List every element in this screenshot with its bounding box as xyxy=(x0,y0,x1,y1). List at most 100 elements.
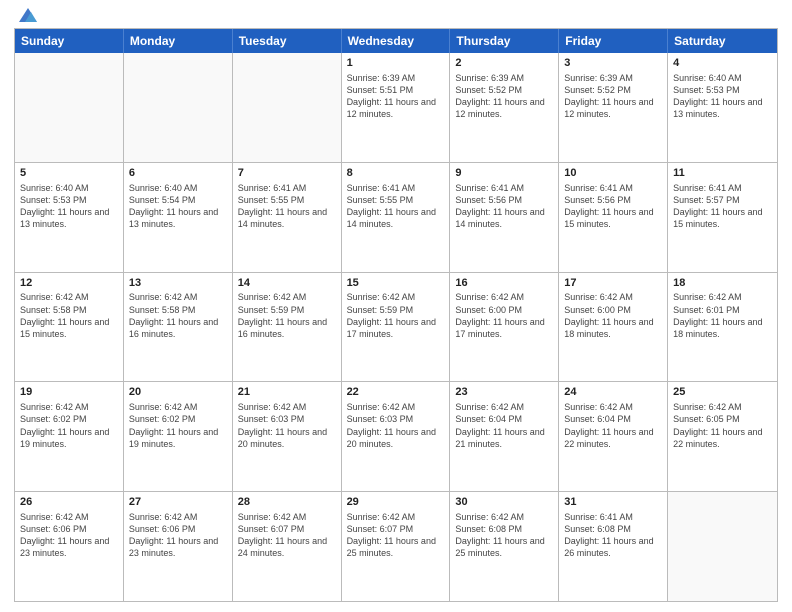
calendar-cell-empty-0-2 xyxy=(233,53,342,162)
calendar-cell-day-19: 19Sunrise: 6:42 AM Sunset: 6:02 PM Dayli… xyxy=(15,382,124,491)
calendar-cell-day-12: 12Sunrise: 6:42 AM Sunset: 5:58 PM Dayli… xyxy=(15,273,124,382)
calendar-cell-day-5: 5Sunrise: 6:40 AM Sunset: 5:53 PM Daylig… xyxy=(15,163,124,272)
cell-info: Sunrise: 6:42 AM Sunset: 6:07 PM Dayligh… xyxy=(347,511,445,560)
cell-info: Sunrise: 6:42 AM Sunset: 5:59 PM Dayligh… xyxy=(347,291,445,340)
cell-info: Sunrise: 6:39 AM Sunset: 5:52 PM Dayligh… xyxy=(455,72,553,121)
calendar-cell-day-24: 24Sunrise: 6:42 AM Sunset: 6:04 PM Dayli… xyxy=(559,382,668,491)
day-number: 8 xyxy=(347,166,445,181)
cell-info: Sunrise: 6:42 AM Sunset: 6:03 PM Dayligh… xyxy=(238,401,336,450)
calendar-cell-day-16: 16Sunrise: 6:42 AM Sunset: 6:00 PM Dayli… xyxy=(450,273,559,382)
calendar-cell-day-7: 7Sunrise: 6:41 AM Sunset: 5:55 PM Daylig… xyxy=(233,163,342,272)
day-number: 18 xyxy=(673,276,772,291)
calendar-cell-day-1: 1Sunrise: 6:39 AM Sunset: 5:51 PM Daylig… xyxy=(342,53,451,162)
calendar-cell-day-11: 11Sunrise: 6:41 AM Sunset: 5:57 PM Dayli… xyxy=(668,163,777,272)
calendar-cell-empty-0-0 xyxy=(15,53,124,162)
cell-info: Sunrise: 6:41 AM Sunset: 6:08 PM Dayligh… xyxy=(564,511,662,560)
day-number: 30 xyxy=(455,495,553,510)
day-number: 4 xyxy=(673,56,772,71)
cell-info: Sunrise: 6:41 AM Sunset: 5:55 PM Dayligh… xyxy=(238,182,336,231)
day-number: 10 xyxy=(564,166,662,181)
header-friday: Friday xyxy=(559,29,668,53)
calendar-cell-day-14: 14Sunrise: 6:42 AM Sunset: 5:59 PM Dayli… xyxy=(233,273,342,382)
day-number: 22 xyxy=(347,385,445,400)
day-number: 1 xyxy=(347,56,445,71)
day-number: 19 xyxy=(20,385,118,400)
day-number: 15 xyxy=(347,276,445,291)
cell-info: Sunrise: 6:41 AM Sunset: 5:56 PM Dayligh… xyxy=(564,182,662,231)
calendar-cell-day-29: 29Sunrise: 6:42 AM Sunset: 6:07 PM Dayli… xyxy=(342,492,451,601)
cell-info: Sunrise: 6:42 AM Sunset: 6:01 PM Dayligh… xyxy=(673,291,772,340)
calendar-cell-day-13: 13Sunrise: 6:42 AM Sunset: 5:58 PM Dayli… xyxy=(124,273,233,382)
calendar-cell-day-2: 2Sunrise: 6:39 AM Sunset: 5:52 PM Daylig… xyxy=(450,53,559,162)
cell-info: Sunrise: 6:41 AM Sunset: 5:56 PM Dayligh… xyxy=(455,182,553,231)
cell-info: Sunrise: 6:41 AM Sunset: 5:57 PM Dayligh… xyxy=(673,182,772,231)
day-number: 11 xyxy=(673,166,772,181)
calendar-cell-day-15: 15Sunrise: 6:42 AM Sunset: 5:59 PM Dayli… xyxy=(342,273,451,382)
header-wednesday: Wednesday xyxy=(342,29,451,53)
header-thursday: Thursday xyxy=(450,29,559,53)
cell-info: Sunrise: 6:40 AM Sunset: 5:53 PM Dayligh… xyxy=(20,182,118,231)
calendar-header: Sunday Monday Tuesday Wednesday Thursday… xyxy=(15,29,777,53)
calendar: Sunday Monday Tuesday Wednesday Thursday… xyxy=(14,28,778,602)
header-saturday: Saturday xyxy=(668,29,777,53)
cell-info: Sunrise: 6:40 AM Sunset: 5:53 PM Dayligh… xyxy=(673,72,772,121)
calendar-cell-day-30: 30Sunrise: 6:42 AM Sunset: 6:08 PM Dayli… xyxy=(450,492,559,601)
day-number: 7 xyxy=(238,166,336,181)
cell-info: Sunrise: 6:42 AM Sunset: 5:58 PM Dayligh… xyxy=(129,291,227,340)
calendar-cell-day-28: 28Sunrise: 6:42 AM Sunset: 6:07 PM Dayli… xyxy=(233,492,342,601)
cell-info: Sunrise: 6:40 AM Sunset: 5:54 PM Dayligh… xyxy=(129,182,227,231)
calendar-cell-day-27: 27Sunrise: 6:42 AM Sunset: 6:06 PM Dayli… xyxy=(124,492,233,601)
calendar-body: 1Sunrise: 6:39 AM Sunset: 5:51 PM Daylig… xyxy=(15,53,777,601)
header-monday: Monday xyxy=(124,29,233,53)
calendar-cell-day-22: 22Sunrise: 6:42 AM Sunset: 6:03 PM Dayli… xyxy=(342,382,451,491)
calendar-row-1: 5Sunrise: 6:40 AM Sunset: 5:53 PM Daylig… xyxy=(15,162,777,272)
day-number: 13 xyxy=(129,276,227,291)
cell-info: Sunrise: 6:41 AM Sunset: 5:55 PM Dayligh… xyxy=(347,182,445,231)
day-number: 2 xyxy=(455,56,553,71)
header-sunday: Sunday xyxy=(15,29,124,53)
calendar-row-3: 19Sunrise: 6:42 AM Sunset: 6:02 PM Dayli… xyxy=(15,381,777,491)
calendar-row-2: 12 Sunrise: 6:42 AM Sunset: 5:58 PM Dayli… xyxy=(15,272,777,382)
day-number: 3 xyxy=(564,56,662,71)
cell-info: Sunrise: 6:42 AM Sunset: 5:59 PM Dayligh… xyxy=(238,291,336,340)
cell-info: Sunrise: 6:42 AM Sunset: 6:00 PM Dayligh… xyxy=(564,291,662,340)
calendar-cell-day-8: 8Sunrise: 6:41 AM Sunset: 5:55 PM Daylig… xyxy=(342,163,451,272)
calendar-cell-day-25: 25Sunrise: 6:42 AM Sunset: 6:05 PM Dayli… xyxy=(668,382,777,491)
calendar-cell-day-20: 20Sunrise: 6:42 AM Sunset: 6:02 PM Dayli… xyxy=(124,382,233,491)
day-number: 16 xyxy=(455,276,553,291)
cell-info: Sunrise: 6:39 AM Sunset: 5:51 PM Dayligh… xyxy=(347,72,445,121)
calendar-cell-day-26: 26Sunrise: 6:42 AM Sunset: 6:06 PM Dayli… xyxy=(15,492,124,601)
calendar-cell-day-21: 21Sunrise: 6:42 AM Sunset: 6:03 PM Dayli… xyxy=(233,382,342,491)
cell-info: Sunrise: 6:42 AM Sunset: 6:05 PM Dayligh… xyxy=(673,401,772,450)
cell-info: Sunrise: 6:42 AM Sunset: 6:03 PM Dayligh… xyxy=(347,401,445,450)
day-number: 14 xyxy=(238,276,336,291)
cell-info: Sunrise: 6:42 AM Sunset: 6:06 PM Dayligh… xyxy=(20,511,118,560)
day-number: 21 xyxy=(238,385,336,400)
day-number: 25 xyxy=(673,385,772,400)
cell-info: Sunrise: 6:42 AM Sunset: 6:04 PM Dayligh… xyxy=(564,401,662,450)
day-number: 17 xyxy=(564,276,662,291)
cell-info: Sunrise: 6:42 AM Sunset: 6:07 PM Dayligh… xyxy=(238,511,336,560)
calendar-cell-day-17: 17Sunrise: 6:42 AM Sunset: 6:00 PM Dayli… xyxy=(559,273,668,382)
day-number: 26 xyxy=(20,495,118,510)
day-number: 29 xyxy=(347,495,445,510)
calendar-cell-day-3: 3Sunrise: 6:39 AM Sunset: 5:52 PM Daylig… xyxy=(559,53,668,162)
logo xyxy=(14,14,39,22)
day-number: 9 xyxy=(455,166,553,181)
day-number: 28 xyxy=(238,495,336,510)
cell-info: Sunrise: 6:42 AM Sunset: 6:04 PM Dayligh… xyxy=(455,401,553,450)
page: Sunday Monday Tuesday Wednesday Thursday… xyxy=(0,0,792,612)
cell-info: Sunrise: 6:42 AM Sunset: 6:00 PM Dayligh… xyxy=(455,291,553,340)
calendar-cell-empty-0-1 xyxy=(124,53,233,162)
cell-info: Sunrise: 6:42 AM Sunset: 6:02 PM Dayligh… xyxy=(20,401,118,450)
day-number: 23 xyxy=(455,385,553,400)
day-number: 24 xyxy=(564,385,662,400)
day-number: 5 xyxy=(20,166,118,181)
calendar-cell-day-31: 31Sunrise: 6:41 AM Sunset: 6:08 PM Dayli… xyxy=(559,492,668,601)
calendar-row-4: 26Sunrise: 6:42 AM Sunset: 6:06 PM Dayli… xyxy=(15,491,777,601)
day-number: 12 xyxy=(20,276,118,291)
cell-info: Sunrise: 6:42 AM Sunset: 6:06 PM Dayligh… xyxy=(129,511,227,560)
day-number: 27 xyxy=(129,495,227,510)
calendar-cell-day-6: 6Sunrise: 6:40 AM Sunset: 5:54 PM Daylig… xyxy=(124,163,233,272)
logo-icon xyxy=(17,4,39,26)
